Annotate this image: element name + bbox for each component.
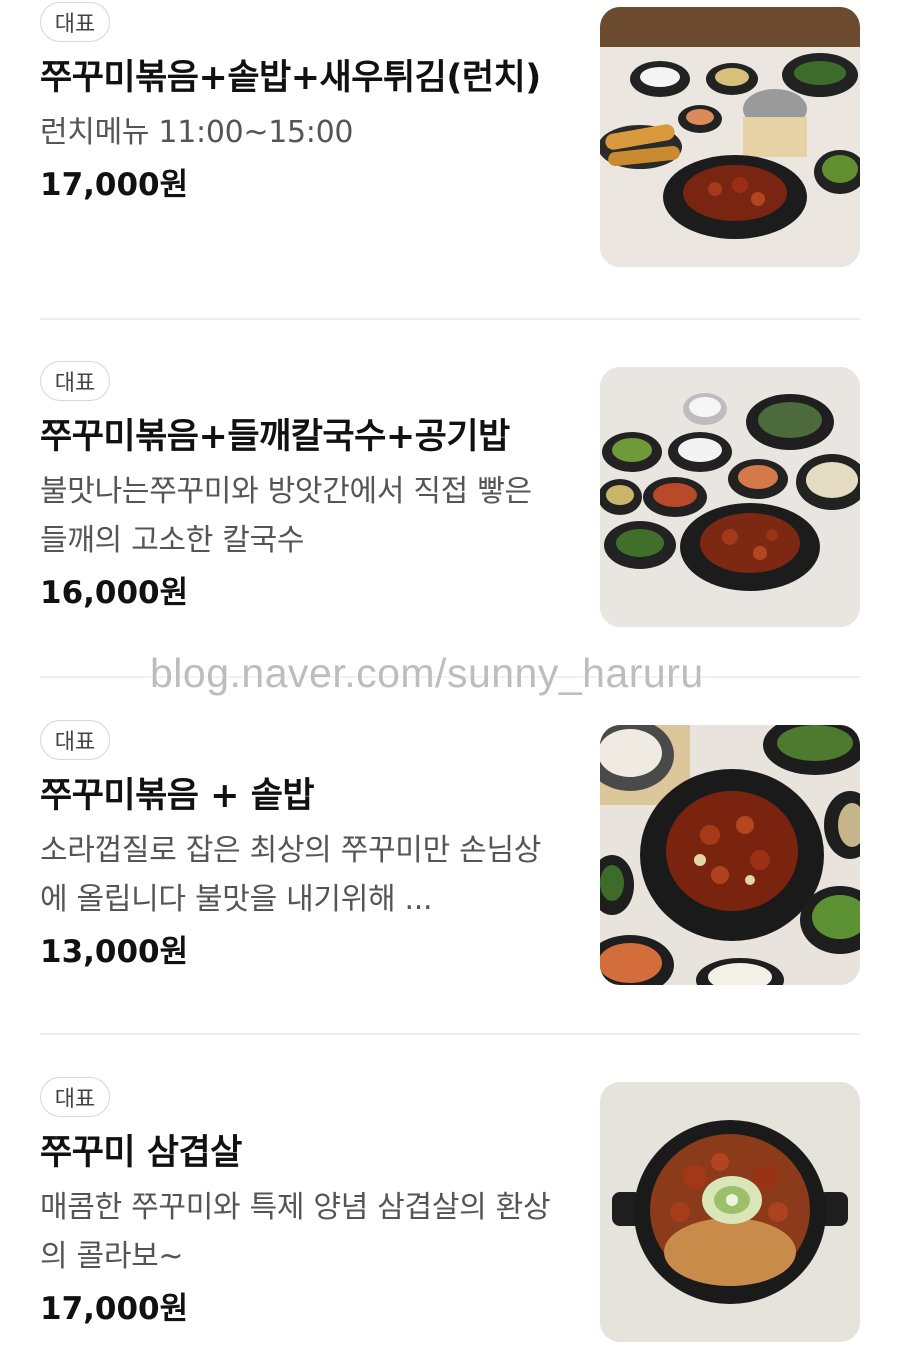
- stirfry-pot-rice-photo[interactable]: [600, 725, 860, 985]
- kalguksu-set-photo[interactable]: [600, 367, 860, 627]
- menu-item-text: 쭈꾸미 삼겹살 매콤한 쭈꾸미와 특제 양념 삼겹살의 환상의 콜라보~ 17,…: [40, 1127, 560, 1331]
- divider: [40, 1033, 860, 1035]
- menu-item-title: 쭈꾸미 삼겹살: [40, 1133, 242, 1173]
- menu-item-title: 쭈꾸미볶음+솥밥+새우튀김(런치): [40, 58, 541, 98]
- signature-badge: 대표: [40, 720, 110, 760]
- menu-item[interactable]: 대표 쭈꾸미볶음+솥밥+새우튀김(런치) 런치메뉴 11:00~15:00 17…: [40, 2, 860, 267]
- menu-item-text: 쭈꾸미볶음 + 솥밥 소라껍질로 잡은 최상의 쭈꾸미만 손님상에 올립니다 불…: [40, 770, 560, 974]
- menu-item-description: 소라껍질로 잡은 최상의 쭈꾸미만 손님상에 올립니다 불맛을 내기위해 ...: [40, 833, 542, 917]
- menu-item-text: 쭈꾸미볶음+들깨칼국수+공기밥 불맛나는쭈꾸미와 방앗간에서 직접 빻은 들깨의…: [40, 411, 560, 615]
- signature-badge: 대표: [40, 361, 110, 401]
- lunch-set-photo[interactable]: [600, 7, 860, 267]
- menu-item[interactable]: 대표 쭈꾸미볶음+들깨칼국수+공기밥 불맛나는쭈꾸미와 방앗간에서 직접 빻은 …: [40, 361, 860, 627]
- menu-item-price: 16,000원: [40, 575, 189, 611]
- signature-badge: 대표: [40, 1077, 110, 1117]
- menu-item-title: 쭈꾸미볶음 + 솥밥: [40, 776, 315, 816]
- menu-item[interactable]: 대표 쭈꾸미 삼겹살 매콤한 쭈꾸미와 특제 양념 삼겹살의 환상의 콜라보~ …: [40, 1077, 860, 1342]
- samgyeopsal-pan-photo[interactable]: [600, 1082, 860, 1342]
- menu-item-text: 쭈꾸미볶음+솥밥+새우튀김(런치) 런치메뉴 11:00~15:00 17,00…: [40, 52, 560, 207]
- menu-item[interactable]: 대표 쭈꾸미볶음 + 솥밥 소라껍질로 잡은 최상의 쭈꾸미만 손님상에 올립니…: [40, 720, 860, 985]
- blog-watermark: blog.naver.com/sunny_haruru: [150, 650, 704, 696]
- menu-item-description: 런치메뉴 11:00~15:00: [40, 115, 354, 150]
- menu-item-description: 불맛나는쭈꾸미와 방앗간에서 직접 빻은 들깨의 고소한 칼국수: [40, 474, 532, 558]
- divider: [40, 318, 860, 320]
- menu-item-title: 쭈꾸미볶음+들깨칼국수+공기밥: [40, 417, 510, 457]
- menu-item-description: 매콤한 쭈꾸미와 특제 양념 삼겹살의 환상의 콜라보~: [40, 1190, 551, 1274]
- menu-item-price: 13,000원: [40, 934, 189, 970]
- menu-item-price: 17,000원: [40, 167, 189, 203]
- signature-badge: 대표: [40, 2, 110, 42]
- menu-item-price: 17,000원: [40, 1291, 189, 1327]
